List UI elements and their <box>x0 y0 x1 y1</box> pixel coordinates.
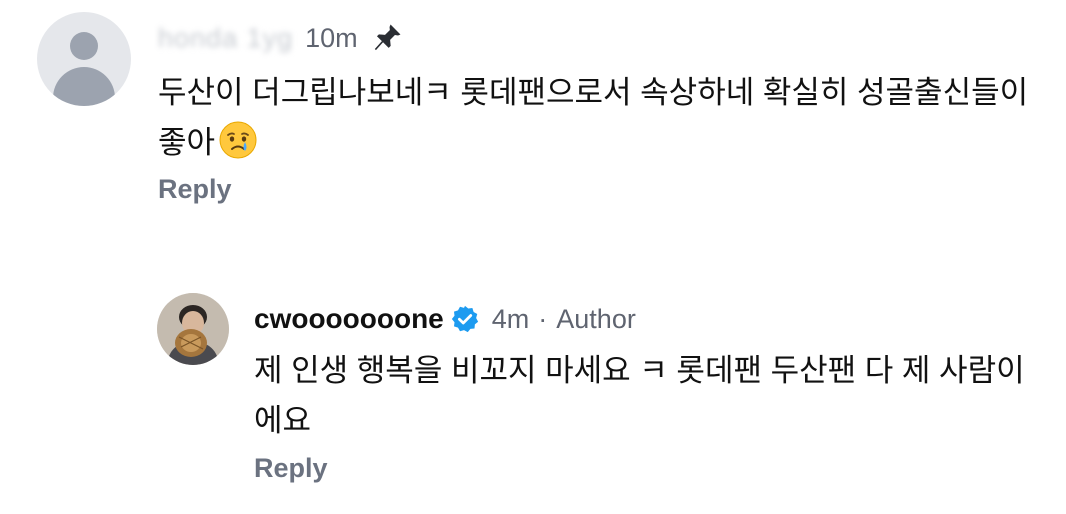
avatar[interactable] <box>157 293 229 365</box>
crying-face-emoji-icon <box>219 121 257 159</box>
meta-separator: · <box>538 303 548 334</box>
reply-button[interactable]: Reply <box>158 174 232 205</box>
verified-badge-icon <box>451 305 478 333</box>
comment-body: 제 인생 행복을 비꼬지 마세요 ㅋ 롯데팬 두산팬 다 제 사람이에요 <box>254 346 1034 446</box>
comment-thread: honda 1yg 10m 두산이 더그립나보네ㅋ 롯데팬으로서 속상하네 확실… <box>0 0 1066 514</box>
username-link[interactable]: cwooooooone <box>254 303 444 335</box>
comment-text: 두산이 더그립나보네ㅋ 롯데팬으로서 속상하네 확실히 성골출신들이 좋아 <box>158 75 1029 160</box>
comment-text: 제 인생 행복을 비꼬지 마세요 ㅋ 롯데팬 두산팬 다 제 사람이에요 <box>254 353 1025 438</box>
comment-meta: cwooooooone 4m · Author <box>254 300 636 338</box>
comment-body: 두산이 더그립나보네ㅋ 롯데팬으로서 속상하네 확실히 성골출신들이 좋아 <box>158 68 1038 168</box>
comment-meta: honda 1yg 10m <box>158 20 404 56</box>
avatar-body-shape <box>53 67 115 106</box>
avatar-photo-image <box>157 293 229 365</box>
pin-icon <box>374 24 401 51</box>
avatar[interactable] <box>37 12 131 106</box>
comment-timestamp: 4m <box>491 303 530 334</box>
reply-button[interactable]: Reply <box>254 453 328 484</box>
username-blurred[interactable]: honda 1yg <box>158 23 293 54</box>
avatar-head-shape <box>70 32 98 60</box>
author-badge: Author <box>556 303 636 334</box>
comment-timestamp: 10m <box>305 22 358 53</box>
